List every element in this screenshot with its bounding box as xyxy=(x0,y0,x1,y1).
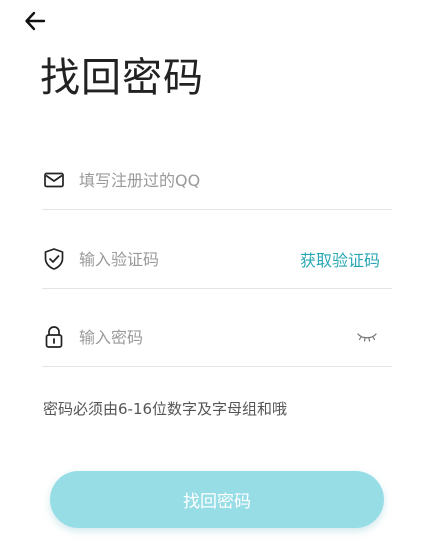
password-rule-hint: 密码必须由6-16位数字及字母组和哦 xyxy=(43,400,288,418)
verification-code-input[interactable] xyxy=(79,247,300,271)
verification-code-field: 获取验证码 xyxy=(42,230,392,289)
password-input[interactable] xyxy=(79,325,354,349)
arrow-left-icon xyxy=(25,11,46,31)
retrieve-password-screen: 找回密码 获取验证码 xyxy=(0,0,434,544)
password-field xyxy=(42,308,392,367)
retrieve-password-button[interactable]: 找回密码 xyxy=(50,471,384,528)
lock-icon xyxy=(42,325,66,349)
get-code-button[interactable]: 获取验证码 xyxy=(300,247,380,271)
back-button[interactable] xyxy=(22,8,48,34)
shield-check-icon xyxy=(42,247,66,271)
mail-icon xyxy=(42,168,66,192)
qq-input[interactable] xyxy=(79,168,392,192)
password-visibility-toggle[interactable] xyxy=(354,325,380,349)
eye-closed-icon xyxy=(357,333,377,342)
qq-field xyxy=(42,151,392,210)
page-title: 找回密码 xyxy=(40,55,204,101)
